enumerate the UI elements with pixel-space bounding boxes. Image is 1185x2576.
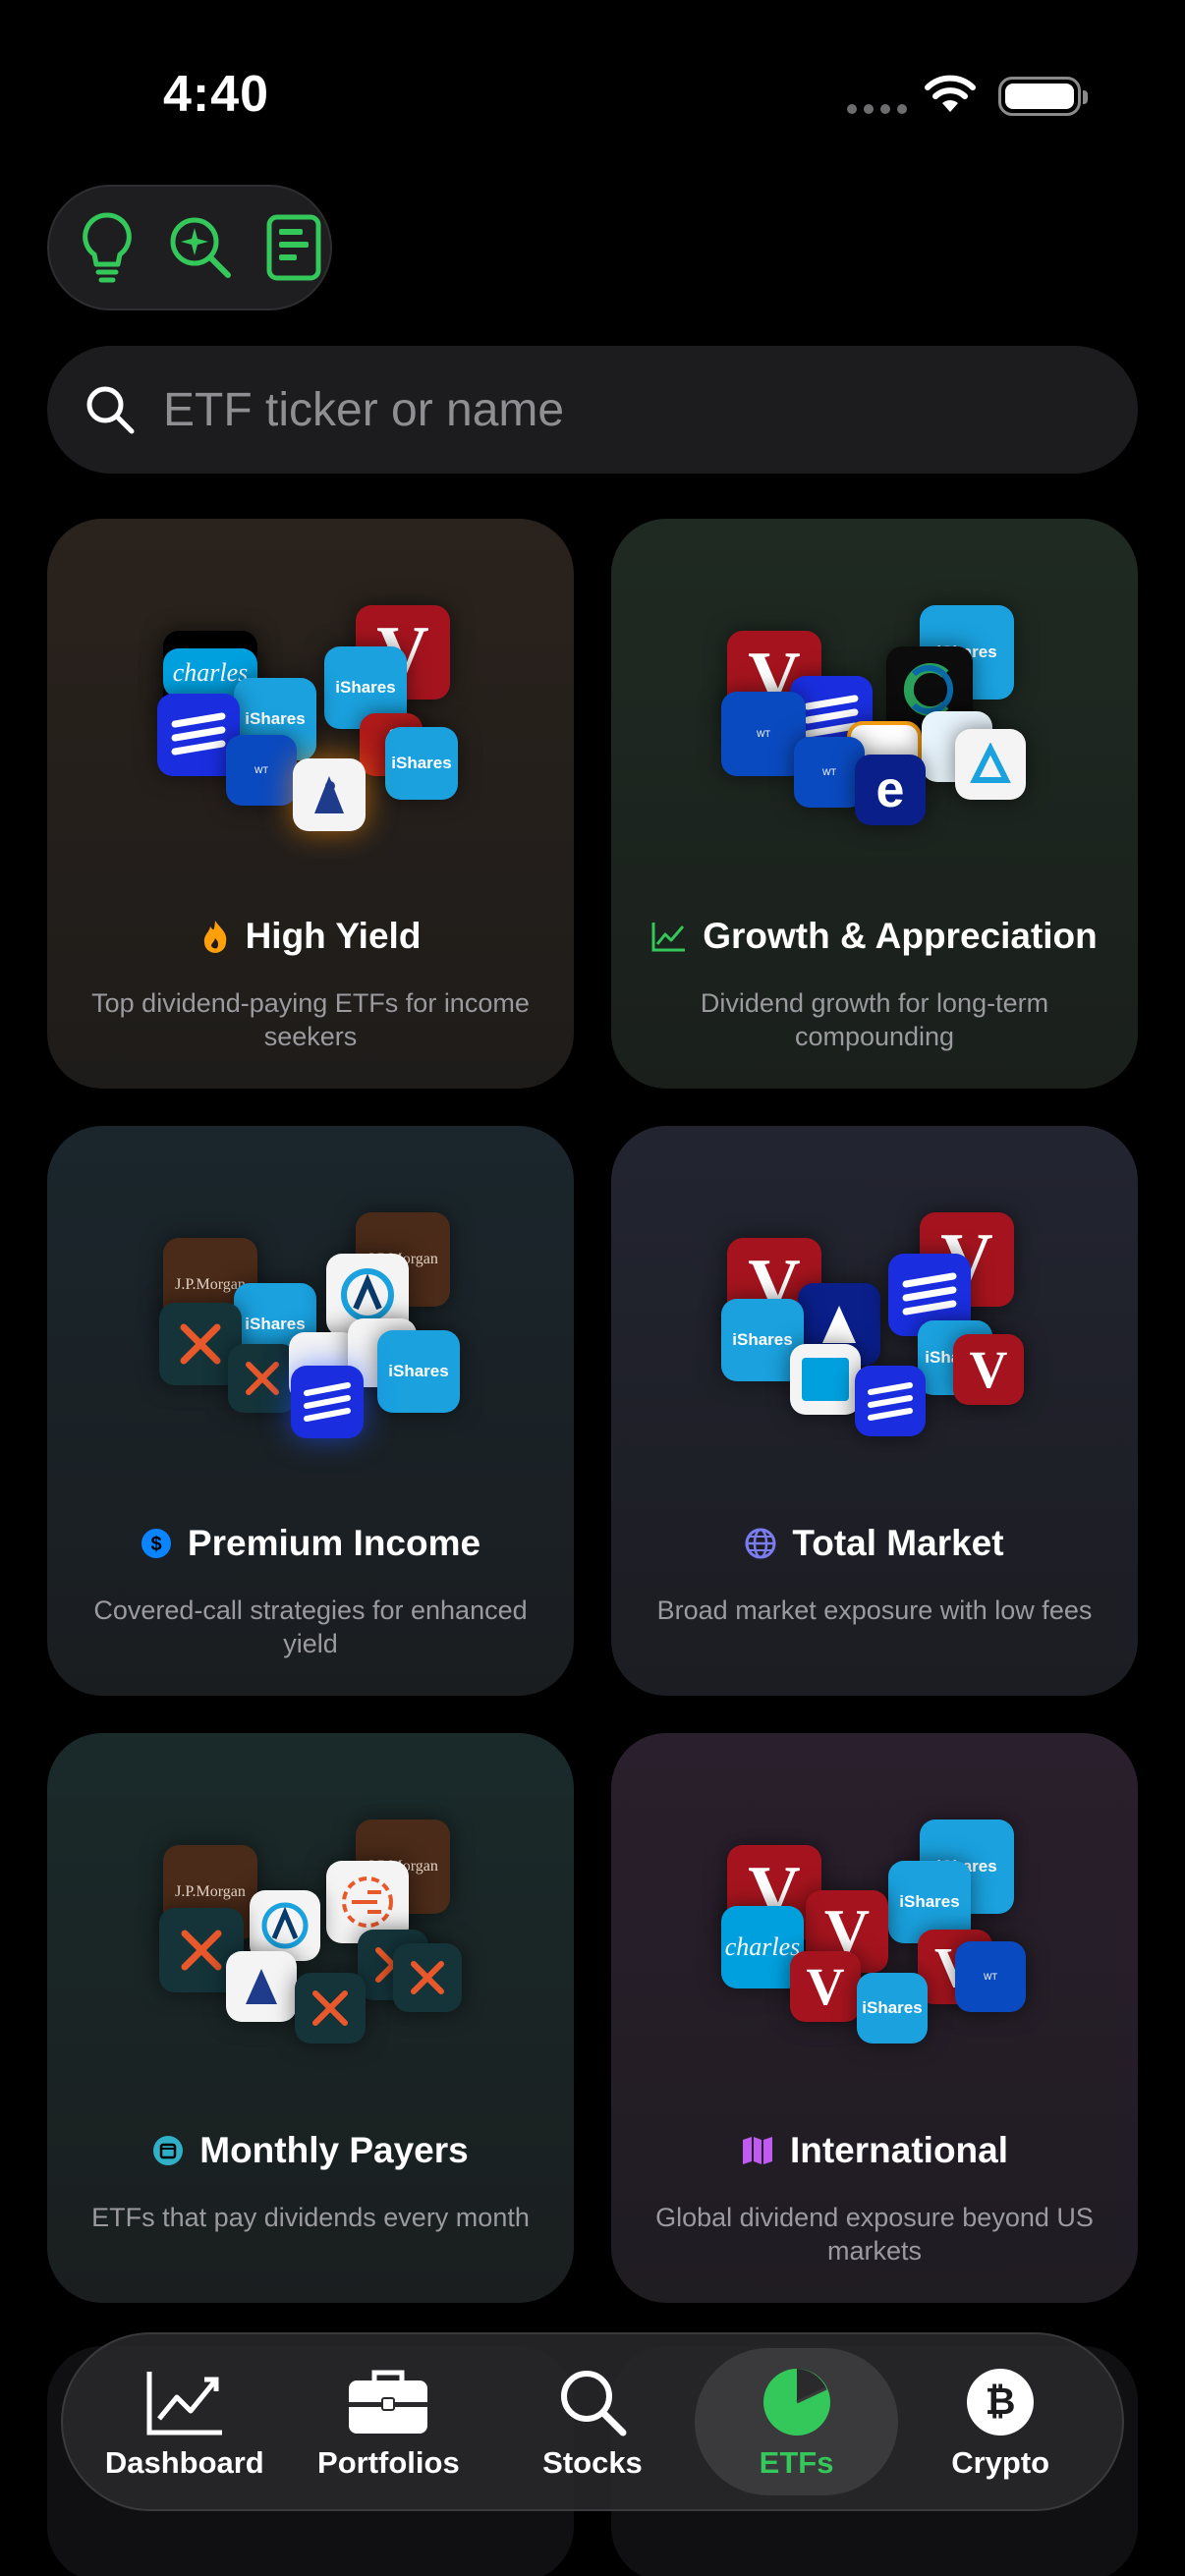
tab-label: Crypto xyxy=(951,2445,1050,2480)
direxion-logo xyxy=(955,729,1026,800)
schwab-logo xyxy=(790,1344,861,1415)
ishares-logo: iShares xyxy=(385,727,458,800)
vanguard-logo: V xyxy=(790,1951,861,2022)
tab-label: Stocks xyxy=(542,2445,643,2480)
chart-line-icon xyxy=(146,2372,222,2436)
card-title: International xyxy=(789,2130,1009,2170)
document-chart-icon xyxy=(266,214,321,281)
etf-logo-collage: J.P.Morgan J.P.Morgan xyxy=(47,1733,574,2087)
map-icon xyxy=(742,2137,772,2164)
briefcase-icon xyxy=(349,2370,428,2434)
etf-logo-collage: V iShares WT WT e xyxy=(611,519,1138,872)
card-title-row: High Yield xyxy=(47,916,574,957)
wisdomtree-logo: WT xyxy=(226,735,297,806)
lightbulb-button[interactable] xyxy=(71,211,142,284)
status-bar: 4:40 xyxy=(0,0,1185,187)
category-card-monthly-payers[interactable]: J.P.Morgan J.P.Morgan Monthly Payers ETF… xyxy=(47,1733,574,2303)
card-title: Premium Income xyxy=(187,1523,481,1563)
ishares-logo: iShares xyxy=(857,1973,928,2044)
category-card-growth[interactable]: V iShares WT WT e Growth & Appreciation … xyxy=(611,519,1138,1089)
card-title: Total Market xyxy=(792,1523,1004,1563)
svg-text:$: $ xyxy=(150,1534,161,1555)
ishares-logo: iShares xyxy=(377,1330,460,1413)
ai-search-button[interactable] xyxy=(164,211,236,284)
card-title: Monthly Payers xyxy=(199,2130,469,2170)
card-description: Top dividend-paying ETFs for income seek… xyxy=(91,988,530,1051)
report-button[interactable] xyxy=(258,211,330,284)
tab-crypto[interactable]: ₿ Crypto xyxy=(898,2348,1102,2495)
card-title-row: International xyxy=(611,2130,1138,2171)
etf-e-logo: e xyxy=(855,755,926,825)
etf-logo-collage: V V iShares iShares V xyxy=(611,1126,1138,1480)
etf-logo-collage: charles V iShares iShares f WT iShares xyxy=(47,519,574,872)
tab-label: Portfolios xyxy=(317,2445,460,2480)
tool-pill xyxy=(47,185,332,310)
wisdomtree-logo: WT xyxy=(955,1941,1026,2012)
flame-icon xyxy=(203,921,226,953)
tab-bar: Dashboard Portfolios Stocks ETFs ₿ Crypt… xyxy=(61,2332,1124,2511)
svg-text:₿: ₿ xyxy=(986,2380,1016,2423)
category-card-total-market[interactable]: V V iShares iShares V Total Market Broad… xyxy=(611,1126,1138,1696)
card-title-row: Growth & Appreciation xyxy=(611,916,1138,957)
bitcoin-icon: ₿ xyxy=(967,2369,1035,2436)
card-title: Growth & Appreciation xyxy=(703,916,1098,956)
etf-logo-collage: V iShares iShares V charles V WT V iShar… xyxy=(611,1733,1138,2087)
card-title-row: $ Premium Income xyxy=(47,1523,574,1564)
card-description: Global dividend exposure beyond US marke… xyxy=(655,2203,1094,2266)
tab-portfolios[interactable]: Portfolios xyxy=(287,2348,491,2495)
card-title: High Yield xyxy=(245,916,422,956)
x-logo xyxy=(228,1344,297,1413)
search-icon xyxy=(560,2371,627,2436)
card-title-row: Total Market xyxy=(611,1523,1138,1564)
sparkle-search-icon xyxy=(170,217,231,278)
dollar-circle-icon: $ xyxy=(141,1529,171,1558)
vanguard-logo: V xyxy=(953,1334,1024,1405)
search-placeholder: ETF ticker or name xyxy=(163,383,565,436)
search-icon xyxy=(86,386,135,434)
wifi-icon xyxy=(925,75,976,112)
calendar-icon xyxy=(153,2136,184,2165)
card-description: Dividend growth for long-term compoundin… xyxy=(700,988,1049,1051)
pie-chart-icon xyxy=(762,2369,830,2436)
sofi-logo xyxy=(855,1366,926,1436)
global-x-logo xyxy=(226,1951,297,2022)
card-description: Broad market exposure with low fees xyxy=(656,1596,1093,1625)
card-description: ETFs that pay dividends every month xyxy=(91,2203,530,2232)
status-time: 4:40 xyxy=(163,66,270,123)
tab-dashboard[interactable]: Dashboard xyxy=(83,2348,287,2495)
tab-label: Dashboard xyxy=(104,2445,264,2480)
card-description: Covered-call strategies for enhanced yie… xyxy=(93,1596,528,1658)
globe-icon xyxy=(745,1528,776,1559)
tab-etfs[interactable]: ETFs xyxy=(694,2348,899,2495)
tab-label: ETFs xyxy=(759,2445,834,2480)
global-x-logo xyxy=(293,758,366,831)
category-card-premium-income[interactable]: J.P.Morgan J.P.Morgan iShares iShares $ … xyxy=(47,1126,574,1696)
battery-icon xyxy=(998,77,1088,116)
category-card-international[interactable]: V iShares iShares V charles V WT V iShar… xyxy=(611,1733,1138,2303)
etf-logo-collage: J.P.Morgan J.P.Morgan iShares iShares xyxy=(47,1126,574,1480)
lightbulb-icon xyxy=(82,212,132,283)
chart-line-icon xyxy=(651,923,686,952)
tab-stocks[interactable]: Stocks xyxy=(490,2348,695,2495)
card-title-row: Monthly Payers xyxy=(47,2130,574,2171)
x-logo xyxy=(295,1973,366,2044)
sofi-logo xyxy=(291,1366,364,1438)
cellular-signal-icon xyxy=(847,104,907,114)
category-card-high-yield[interactable]: charles V iShares iShares f WT iShares H… xyxy=(47,519,574,1089)
etf-search-input[interactable]: ETF ticker or name xyxy=(47,346,1138,474)
x-logo xyxy=(393,1943,462,2012)
